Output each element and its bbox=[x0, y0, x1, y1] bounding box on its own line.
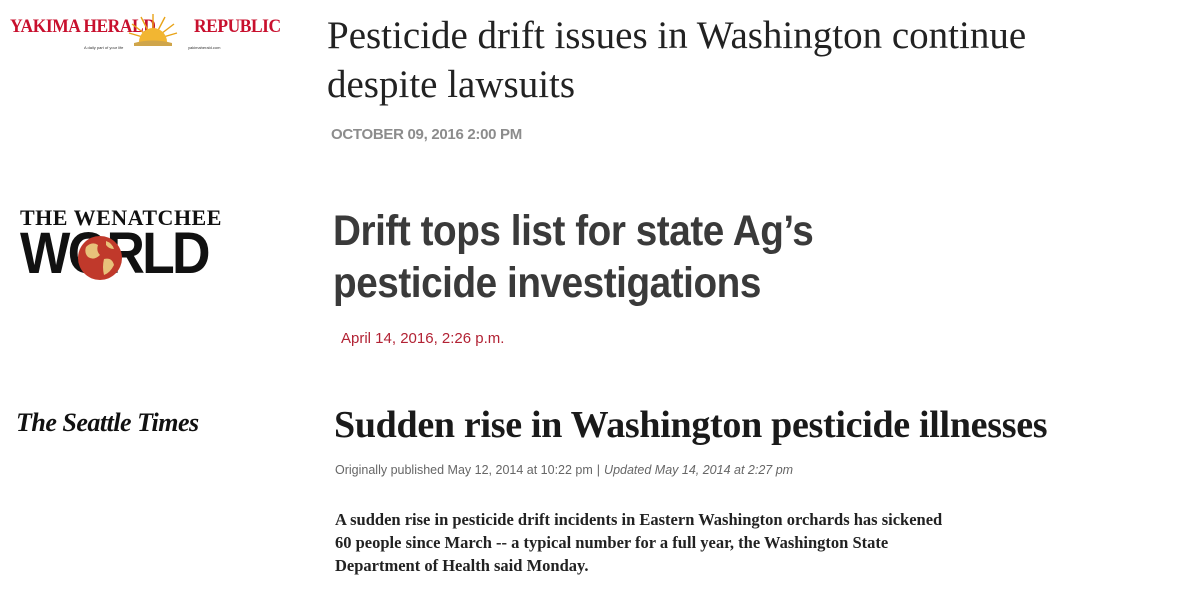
article-date-wenatchee: April 14, 2016, 2:26 p.m. bbox=[341, 330, 505, 347]
updated-text: Updated May 14, 2014 at 2:27 pm bbox=[604, 463, 794, 477]
article-headline-seattle-times[interactable]: Sudden rise in Washington pesticide illn… bbox=[334, 402, 1179, 448]
yakima-url: yakimaherald.com bbox=[188, 45, 221, 50]
sunrise-icon bbox=[128, 14, 178, 46]
article-headline-wenatchee[interactable]: Drift tops list for state Ag’s pesticide… bbox=[333, 205, 891, 309]
globe-icon bbox=[78, 236, 122, 280]
seattle-times-logo: The Seattle Times bbox=[16, 408, 199, 437]
article-date-yakima: OCTOBER 09, 2016 2:00 PM bbox=[331, 126, 522, 143]
article-meta-seattle-times: Originally published May 12, 2014 at 10:… bbox=[335, 463, 793, 477]
meta-separator: | bbox=[596, 463, 601, 477]
wenatchee-world-logo: THE WENATCHEE WORLD bbox=[20, 205, 221, 283]
yakima-herald-republic-logo: YAKIMA HERALD REPUBLIC A daily part of yo… bbox=[10, 12, 281, 54]
article-headline-yakima[interactable]: Pesticide drift issues in Washington con… bbox=[327, 11, 1027, 109]
article-summary-seattle-times: A sudden rise in pesticide drift inciden… bbox=[335, 510, 943, 575]
yakima-logo-name-right: REPUBLIC bbox=[194, 16, 281, 37]
yakima-tagline: A daily part of your life bbox=[84, 45, 124, 50]
originally-published-text: Originally published May 12, 2014 at 10:… bbox=[335, 463, 593, 477]
